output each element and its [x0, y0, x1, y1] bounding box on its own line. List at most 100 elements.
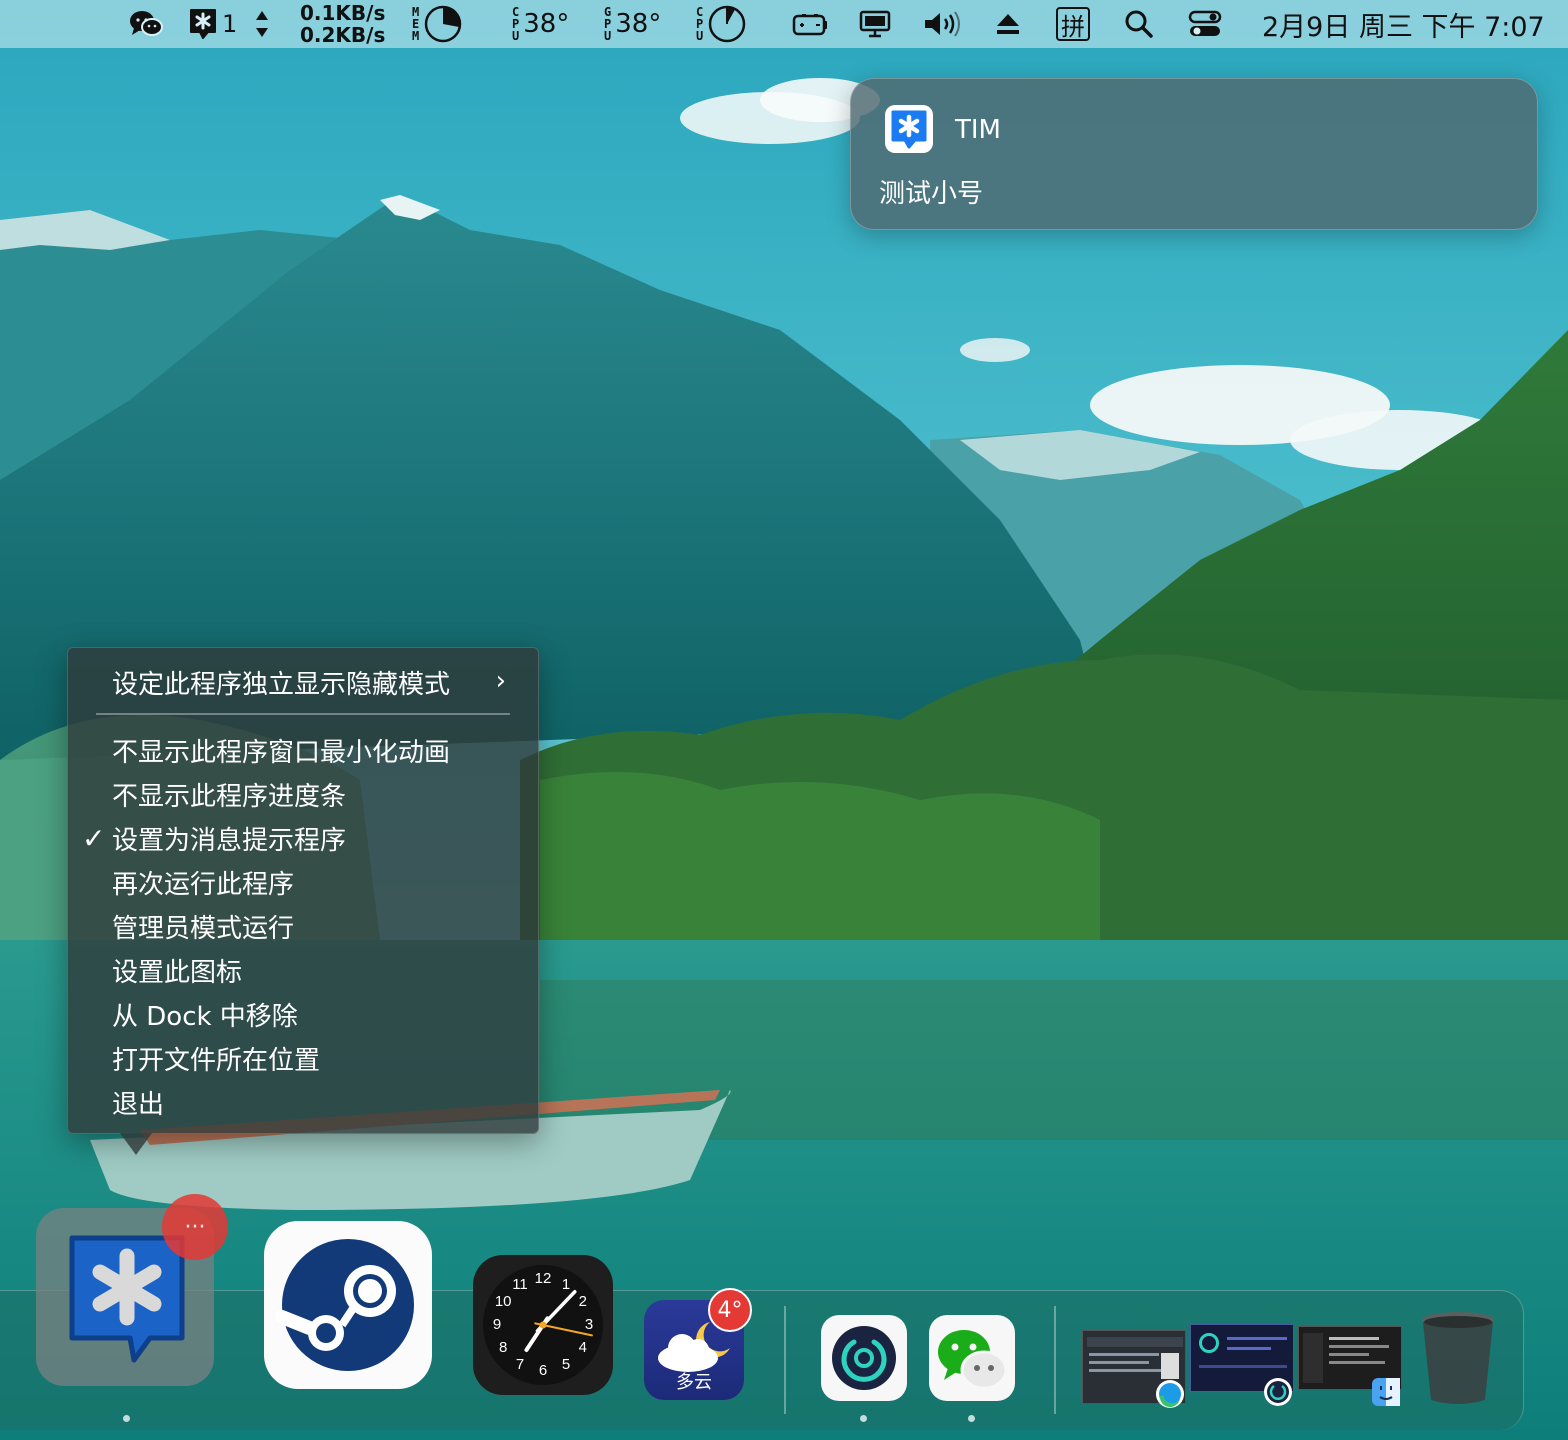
dock-app-steam[interactable]	[262, 1219, 434, 1391]
menu-item-set-notifier[interactable]: ✓ 设置为消息提示程序	[68, 816, 538, 860]
menu-item-label: 从 Dock 中移除	[112, 1001, 298, 1032]
clock-icon: 12 12 3 45678 9 1011	[473, 1255, 613, 1395]
running-indicator	[968, 1415, 975, 1422]
display-icon	[859, 10, 891, 38]
clock-number: 12	[535, 1270, 552, 1287]
mem-label: M E M	[412, 5, 420, 43]
gpu-temp-monitor[interactable]: G P U 38°	[604, 0, 661, 48]
menu-item-label: 设置为消息提示程序	[112, 825, 347, 856]
clock-number: 8	[499, 1339, 507, 1356]
weather-condition: 多云	[676, 1372, 712, 1393]
battery-icon	[792, 14, 827, 36]
minimized-window-edge[interactable]	[1082, 1330, 1186, 1408]
submenu-arrow-icon: ›	[495, 666, 506, 696]
menu-item-quit[interactable]: 退出	[68, 1080, 538, 1124]
power-icon	[1264, 1378, 1292, 1406]
menu-item-hide-mode[interactable]: 设定此程序独立显示隐藏模式 ›	[68, 660, 538, 704]
input-method-button[interactable]: 拼	[1056, 0, 1090, 48]
clock-number: 7	[516, 1356, 524, 1373]
network-speed[interactable]: 0.1KB/s 0.2KB/s	[300, 0, 385, 48]
minimized-window-power[interactable]	[1190, 1324, 1294, 1406]
clock-number: 6	[539, 1362, 547, 1379]
dock-trash[interactable]	[1418, 1310, 1498, 1406]
gpu-temp-label: G P U	[604, 5, 612, 43]
eject-button[interactable]	[994, 0, 1022, 48]
control-center-button[interactable]	[1188, 0, 1222, 48]
clock-number: 11	[512, 1276, 528, 1293]
network-arrows-item[interactable]	[254, 0, 270, 48]
finder-icon	[1372, 1378, 1400, 1406]
dock-app-tim[interactable]: ···	[36, 1194, 228, 1386]
net-download-speed: 0.2KB/s	[300, 23, 386, 47]
mem-pie-icon	[424, 5, 462, 43]
steam-icon	[264, 1221, 432, 1389]
running-indicator	[860, 1415, 867, 1422]
menu-item-label: 不显示此程序进度条	[112, 781, 347, 812]
checkmark-icon: ✓	[82, 822, 106, 855]
menubar-clock[interactable]: 2月9日 周三 下午 7:07	[1262, 0, 1545, 48]
edge-icon	[1156, 1380, 1184, 1408]
trash-icon	[1422, 1312, 1494, 1404]
dock-app-power[interactable]	[820, 1314, 908, 1402]
net-upload-speed: 0.1KB/s	[300, 1, 386, 25]
menu-item-run-as-admin[interactable]: 管理员模式运行	[68, 904, 538, 948]
running-indicator	[123, 1415, 130, 1422]
wechat-icon	[929, 1315, 1015, 1401]
wechat-status-item[interactable]	[128, 0, 164, 48]
clock-number: 3	[585, 1316, 593, 1333]
clock-number: 4	[579, 1339, 587, 1356]
display-status[interactable]	[858, 0, 892, 48]
menu-item-label: 再次运行此程序	[112, 869, 295, 900]
menu-item-open-file-location[interactable]: 打开文件所在位置	[68, 1036, 538, 1080]
context-menu-pointer	[120, 1133, 152, 1155]
notification-banner[interactable]: TIM 测试小号	[850, 78, 1538, 230]
cpu-temp-monitor[interactable]: C P U 38°	[512, 0, 569, 48]
tim-status-item[interactable]: 1	[188, 0, 237, 48]
dock-app-clock[interactable]: 12 1 2 3 4 5 6 7 8 9 10 11	[472, 1254, 614, 1396]
wechat-icon	[130, 11, 163, 36]
dock-context-menu: 设定此程序独立显示隐藏模式 › 不显示此程序窗口最小化动画 不显示此程序进度条 …	[67, 647, 539, 1134]
clock-number: 1	[562, 1276, 570, 1293]
weather-temp-badge: 4°	[708, 1288, 752, 1332]
clock-number: 2	[579, 1293, 587, 1310]
eject-icon	[997, 14, 1019, 34]
tim-icon	[190, 9, 216, 39]
menu-item-remove-from-dock[interactable]: 从 Dock 中移除	[68, 992, 538, 1036]
cpu-usage-label: C P U	[696, 5, 704, 43]
menu-item-set-icon[interactable]: 设置此图标	[68, 948, 538, 992]
dock	[0, 1290, 1524, 1430]
menu-item-label: 退出	[112, 1089, 165, 1120]
menu-separator	[96, 713, 510, 715]
gpu-temp-value: 38°	[615, 9, 662, 39]
tim-badge: ···	[162, 1194, 228, 1260]
cpu-temp-value: 38°	[523, 9, 570, 39]
menu-item-label: 不显示此程序窗口最小化动画	[112, 737, 451, 768]
input-method-icon: 拼	[1056, 7, 1090, 41]
minimized-window-explorer[interactable]	[1298, 1326, 1402, 1406]
cpu-usage-monitor[interactable]: C P U	[696, 0, 747, 48]
menu-item-label: 打开文件所在位置	[112, 1045, 321, 1076]
dock-separator	[784, 1306, 786, 1414]
search-icon	[1125, 10, 1153, 38]
mem-monitor[interactable]: M E M	[412, 0, 463, 48]
search-button[interactable]	[1124, 0, 1154, 48]
volume-status[interactable]	[922, 0, 962, 48]
battery-status[interactable]	[792, 0, 828, 48]
menu-item-no-minimize-animation[interactable]: 不显示此程序窗口最小化动画	[68, 728, 538, 772]
clock-number: 9	[493, 1316, 501, 1333]
dock-separator	[1054, 1306, 1056, 1414]
menu-item-no-progress-bar[interactable]: 不显示此程序进度条	[68, 772, 538, 816]
menu-bar: 1 0.1KB/s 0.2KB/s M E M C P U 38° G P U …	[0, 0, 1568, 48]
cpu-pie-icon	[708, 5, 746, 43]
menu-item-label: 管理员模式运行	[112, 913, 295, 944]
notification-message: 测试小号	[879, 179, 984, 209]
notification-app-name: TIM	[955, 115, 1001, 145]
menu-item-run-again[interactable]: 再次运行此程序	[68, 860, 538, 904]
tim-app-icon	[885, 105, 933, 153]
dock-app-weather[interactable]: 多云 4°	[644, 1288, 752, 1400]
dock-app-wechat[interactable]	[928, 1314, 1016, 1402]
volume-icon	[925, 11, 960, 37]
tim-unread-count: 1	[222, 10, 238, 38]
cpu-temp-label: C P U	[512, 5, 520, 43]
clock-number: 10	[495, 1293, 512, 1310]
